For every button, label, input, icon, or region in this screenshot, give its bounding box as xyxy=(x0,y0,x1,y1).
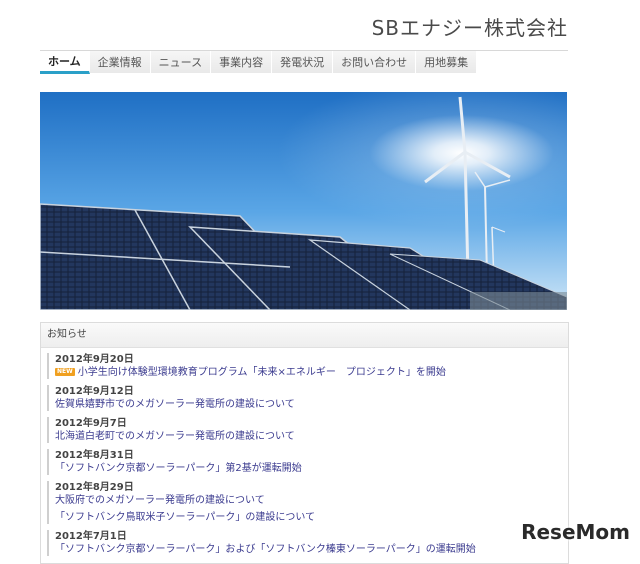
news-list: 2012年9月20日 NEW 小学生向け体験型環境教育プログラム「未来×エネルギー… xyxy=(47,353,559,562)
main-navigation: ホーム 企業情報 ニュース 事業内容 発電状況 お問い合わせ 用地募集 xyxy=(40,50,568,75)
nav-generation-status[interactable]: 発電状況 xyxy=(272,51,334,73)
resemom-watermark-logo: ReseMom xyxy=(521,520,630,544)
nav-contact[interactable]: お問い合わせ xyxy=(333,51,417,73)
notice-panel: お知らせ 2012年9月20日 NEW 小学生向け体験型環境教育プログラム「未来×… xyxy=(40,322,569,564)
company-name-logo[interactable]: SBエナジー株式会社 xyxy=(372,12,568,41)
news-date: 2012年9月12日 xyxy=(55,386,134,397)
new-badge-icon: NEW xyxy=(55,368,75,376)
nav-home[interactable]: ホーム xyxy=(40,51,90,74)
news-item: 2012年8月29日 大阪府でのメガソーラー発電所の建設について 「ソフトバンク… xyxy=(47,481,559,524)
nav-company-info[interactable]: 企業情報 xyxy=(89,51,151,73)
news-title-link[interactable]: 大阪府でのメガソーラー発電所の建設について xyxy=(55,494,559,507)
nav-land-recruitment[interactable]: 用地募集 xyxy=(416,51,478,73)
site-header: SBエナジー株式会社 xyxy=(0,0,640,48)
news-item: 2012年9月7日 北海道白老町でのメガソーラー発電所の建設について xyxy=(47,417,559,443)
news-date: 2012年9月7日 xyxy=(55,418,127,429)
news-title-link[interactable]: 佐賀県嬉野市でのメガソーラー発電所の建設について xyxy=(55,398,559,411)
news-date: 2012年8月29日 xyxy=(55,482,134,493)
nav-news[interactable]: ニュース xyxy=(150,51,212,73)
news-title-link[interactable]: 「ソフトバンク京都ソーラーパーク」第2基が運転開始 xyxy=(55,462,559,475)
news-item: 2012年8月31日 「ソフトバンク京都ソーラーパーク」第2基が運転開始 xyxy=(47,449,559,475)
news-date: 2012年8月31日 xyxy=(55,450,134,461)
hero-image xyxy=(40,92,567,310)
nav-business[interactable]: 事業内容 xyxy=(211,51,273,73)
news-title-link[interactable]: 「ソフトバンク京都ソーラーパーク」および「ソフトバンク榛東ソーラーパーク」の運転… xyxy=(55,543,559,556)
news-item: 2012年9月20日 NEW 小学生向け体験型環境教育プログラム「未来×エネルギー… xyxy=(47,353,559,379)
notice-heading: お知らせ xyxy=(41,323,568,348)
news-date: 2012年9月20日 xyxy=(55,354,134,365)
news-title-link[interactable]: 北海道白老町でのメガソーラー発電所の建設について xyxy=(55,430,559,443)
news-title-link[interactable]: 「ソフトバンク鳥取米子ソーラーパーク」の建設について xyxy=(55,511,559,524)
news-date: 2012年7月1日 xyxy=(55,531,127,542)
news-title-text[interactable]: 小学生向け体験型環境教育プログラム「未来×エネルギー プロジェクト」を開始 xyxy=(78,367,446,378)
solar-panels-wind-turbines-image xyxy=(40,92,567,310)
news-item: 2012年9月12日 佐賀県嬉野市でのメガソーラー発電所の建設について xyxy=(47,385,559,411)
news-item: 2012年7月1日 「ソフトバンク京都ソーラーパーク」および「ソフトバンク榛東ソ… xyxy=(47,530,559,556)
news-title-link[interactable]: NEW 小学生向け体験型環境教育プログラム「未来×エネルギー プロジェクト」を開始 xyxy=(55,366,559,379)
